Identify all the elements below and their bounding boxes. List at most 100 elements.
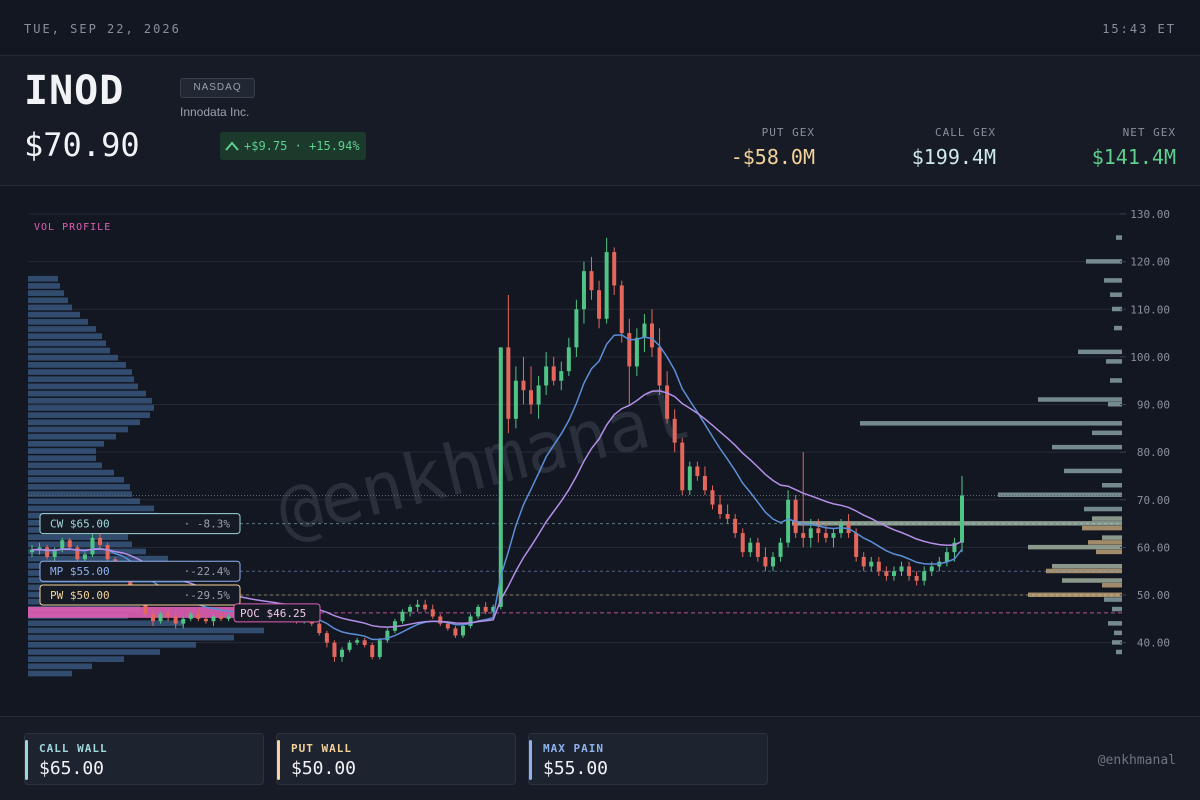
gex-profile-bar — [1084, 506, 1122, 512]
profile-bar — [28, 641, 196, 648]
profile-bar — [28, 311, 80, 318]
gex-profile-bar — [1078, 349, 1122, 355]
profile-bar — [28, 304, 72, 311]
profile-bar — [28, 476, 124, 483]
level-label-pct: · -8.3% — [184, 518, 231, 531]
profile-bar — [28, 433, 116, 440]
net-gex: NET GEX $141.4M — [1092, 126, 1176, 169]
candle-body — [589, 271, 594, 291]
gex-profile-bar — [1092, 430, 1122, 436]
level-label-text: CW $65.00 — [50, 518, 110, 531]
time-label: 15:43 ET — [1102, 22, 1176, 36]
profile-bar — [28, 376, 134, 383]
call-gex-value: $199.4M — [911, 145, 996, 169]
price-chart[interactable]: @enkhmanal CW $65.00 · -8.3% MP $55.00 ·-22… — [0, 186, 1200, 716]
profile-bar — [28, 426, 128, 433]
profile-bar — [28, 340, 106, 347]
volume-profile-right — [792, 235, 1122, 655]
profile-bar — [28, 283, 60, 289]
profile-bar — [28, 369, 132, 375]
y-tick-label: 70.00 — [1137, 494, 1170, 507]
candle-body — [203, 618, 208, 622]
gex-profile-bar — [1052, 444, 1122, 450]
candle-body — [45, 547, 50, 557]
candle-body — [755, 542, 760, 557]
date-label: TUE, SEP 22, 2026 — [24, 22, 181, 36]
put-wall-label: PUT WALL — [291, 742, 352, 755]
net-gex-label: NET GEX — [1122, 126, 1176, 139]
author-handle: @enkhmanal — [1097, 753, 1176, 768]
candle-body — [619, 285, 624, 334]
gex-profile-bar — [1114, 630, 1122, 636]
candle-body — [332, 642, 337, 657]
y-tick-label: 50.00 — [1137, 589, 1170, 602]
candle-body — [854, 533, 859, 557]
exchange-badge: NASDAQ — [180, 78, 255, 98]
gex-profile-bar — [998, 492, 1122, 498]
profile-bar — [28, 397, 152, 404]
call-wall-label: CALL WALL — [39, 742, 108, 755]
candle-body — [604, 252, 609, 319]
candle-body — [672, 418, 677, 443]
level-labels: CW $65.00 · -8.3% MP $55.00 ·-22.4% PW $50.0… — [39, 513, 321, 623]
gex-profile-bar — [1038, 397, 1122, 402]
watermark: @enkhmanal — [270, 372, 699, 554]
profile-bar — [28, 318, 88, 325]
profile-bar — [28, 441, 104, 447]
arrow-up-icon — [225, 141, 239, 151]
price-change-badge: +$9.75 · +15.94% — [220, 132, 366, 160]
profile-bar — [28, 534, 128, 540]
profile-bar — [28, 484, 130, 490]
candle-body — [150, 614, 155, 622]
level-label-text: MP $55.00 — [50, 565, 110, 578]
y-tick-label: 80.00 — [1137, 446, 1170, 459]
candle-body — [521, 380, 526, 391]
profile-bar — [28, 290, 64, 296]
candle-body — [483, 606, 488, 612]
profile-bar — [28, 275, 58, 282]
profile-bar — [28, 326, 96, 332]
candle-body — [188, 614, 193, 619]
candle-body — [944, 552, 949, 562]
candle-body — [430, 609, 435, 617]
profile-bar — [28, 405, 154, 411]
poc-label-text: POC $46.25 — [240, 607, 306, 620]
put-wall-accent — [277, 740, 280, 780]
call-wall-card: CALL WALL $65.00 — [24, 733, 264, 785]
candle-body — [793, 499, 798, 534]
max-pain-accent — [529, 740, 532, 780]
ticker-header: INOD NASDAQ Innodata Inc. $70.90 +$9.75 … — [0, 56, 1200, 186]
candle-body — [324, 633, 329, 643]
candle-body — [786, 499, 791, 543]
poc-bar — [28, 606, 238, 618]
gex-profile-bar — [1116, 235, 1122, 240]
profile-bar — [28, 656, 124, 663]
candle-body — [181, 618, 186, 624]
put-gex: PUT GEX -$58.0M — [731, 126, 815, 169]
candle-body — [725, 514, 730, 519]
candle-body — [740, 533, 745, 553]
profile-bar — [28, 498, 140, 505]
candle-body — [559, 371, 564, 381]
profile-bar — [28, 412, 150, 418]
gex-profile-bar — [1110, 292, 1122, 297]
candle-body — [960, 495, 964, 543]
candle-body — [876, 561, 881, 572]
gex-profile-bar — [1102, 583, 1122, 588]
candle-body — [907, 566, 912, 576]
gex-profile-bar — [1108, 402, 1122, 407]
candle-body — [634, 337, 639, 367]
candle-body — [468, 616, 473, 626]
put-wall-card: PUT WALL $50.00 — [276, 733, 516, 785]
put-wall-value: $50.00 — [291, 758, 357, 779]
y-tick-label: 60.00 — [1137, 541, 1170, 554]
net-gex-value: $141.4M — [1091, 145, 1176, 169]
profile-bar — [28, 362, 126, 368]
candle-body — [536, 385, 541, 405]
candle-body — [778, 542, 783, 557]
put-gex-value: -$58.0M — [730, 145, 815, 169]
candle-body — [544, 366, 549, 386]
profile-bar — [28, 455, 96, 462]
gex-profile-bar — [1088, 540, 1122, 545]
gex-profile-bar — [1104, 597, 1122, 602]
